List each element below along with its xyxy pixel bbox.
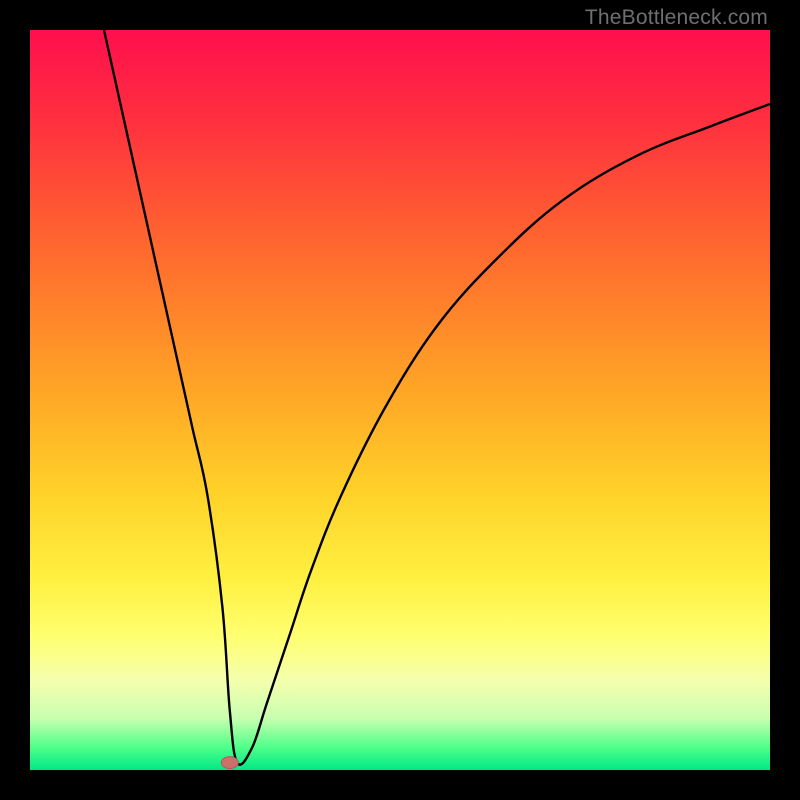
chart-frame	[30, 30, 770, 770]
gradient-background	[30, 30, 770, 770]
bottleneck-chart	[30, 30, 770, 770]
watermark-text: TheBottleneck.com	[585, 6, 768, 30]
optimum-marker	[221, 757, 238, 769]
